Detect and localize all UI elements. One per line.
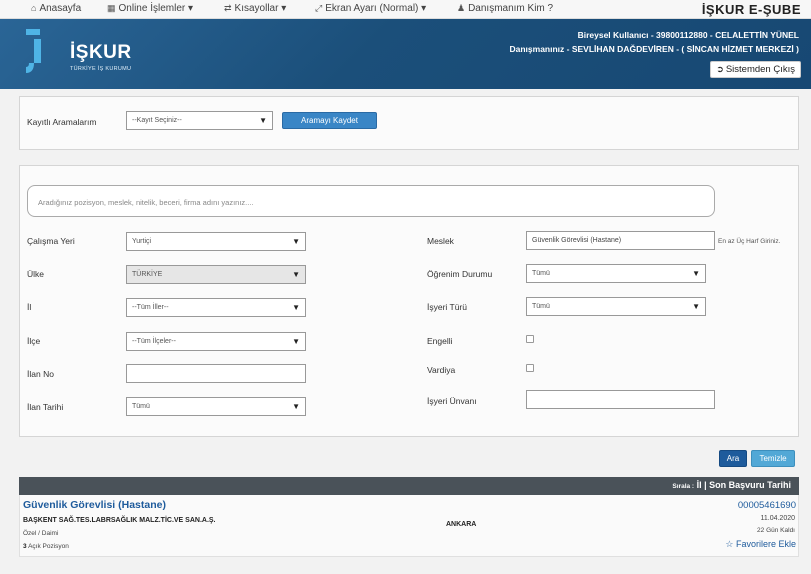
caret-down-icon: ▾ (188, 3, 194, 14)
nav-shortcuts[interactable]: ⇄ Kısayollar ▾ (224, 3, 286, 14)
result-title-link[interactable]: Güvenlik Görevlisi (Hastane) (23, 499, 166, 511)
nav-online-operations[interactable]: ▦ Online İşlemler ▾ (107, 3, 193, 14)
disabled-checkbox[interactable] (526, 335, 534, 343)
filters-panel: Aradığınız pozisyon, meslek, nitelik, be… (19, 165, 799, 437)
employer-title-input[interactable] (526, 390, 715, 409)
exit-icon: ➲ (716, 64, 724, 74)
education-label: Öğrenim Durumu (427, 269, 493, 279)
disabled-label: Engelli (427, 336, 453, 346)
result-date: 11.04.2020 (760, 515, 795, 522)
user-info: Bireysel Kullanıcı - 39800112880 - CELAL… (510, 28, 800, 56)
work-place-label: Çalışma Yeri (27, 236, 75, 246)
result-employment-type: Özel / Daimi (23, 530, 59, 537)
saved-search-select[interactable]: --Kayıt Seçiniz-- ▼ (126, 111, 273, 130)
dropdown-arrow-icon: ▼ (292, 237, 300, 246)
logo-text: İŞKUR (70, 42, 132, 63)
logo-subtitle: TÜRKİYE İŞ KURUMU (70, 66, 132, 72)
results-sort-bar: Sırala : İl | Son Başvuru Tarihi (19, 477, 799, 495)
employer-type-label: İşyeri Türü (427, 302, 467, 312)
dropdown-arrow-icon: ▼ (292, 402, 300, 411)
profession-hint: En az Üç Harf Giriniz. (718, 238, 781, 245)
saved-search-panel: Kayıtlı Aramalarım --Kayıt Seçiniz-- ▼ A… (19, 96, 799, 150)
save-search-button[interactable]: Aramayı Kaydet (282, 112, 377, 129)
province-select[interactable]: --Tüm İller-- ▼ (126, 298, 306, 317)
dropdown-arrow-icon: ▼ (259, 116, 267, 125)
shift-label: Vardiya (427, 365, 456, 375)
nav-home[interactable]: ⌂ Anasayfa (31, 3, 81, 14)
iskur-logo-mark-icon (26, 29, 41, 73)
dropdown-arrow-icon: ▼ (292, 270, 300, 279)
profession-input[interactable]: Güvenlik Görevlisi (Hastane) (526, 231, 715, 250)
home-icon: ⌂ (31, 3, 37, 13)
nav-my-advisor[interactable]: ♟ Danışmanım Kim ? (457, 3, 553, 14)
result-city: ANKARA (446, 521, 477, 528)
ad-date-select[interactable]: Tümü ▼ (126, 397, 306, 416)
sort-control[interactable]: Sırala : İl | Son Başvuru Tarihi (672, 480, 791, 490)
result-ad-number[interactable]: 00005461690 (738, 500, 796, 511)
work-place-select[interactable]: Yurtiçi ▼ (126, 232, 306, 251)
iskur-logo[interactable]: İŞKUR TÜRKİYE İŞ KURUMU (0, 19, 150, 89)
top-navbar: ⌂ Anasayfa ▦ Online İşlemler ▾ ⇄ Kısayollar… (0, 0, 811, 19)
site-brand: İŞKUR E-ŞUBE (701, 2, 801, 17)
advisor-line: Danışmanınız - SEVLİHAN DAĞDEVİREN - ( S… (509, 44, 800, 54)
star-icon: ☆ (725, 539, 734, 549)
logout-button[interactable]: ➲ Sistemden Çıkış (710, 61, 801, 78)
saved-search-label: Kayıtlı Aramalarım (27, 117, 97, 127)
ad-date-label: İlan Tarihi (27, 402, 64, 412)
shuffle-icon: ⇄ (224, 3, 232, 13)
dropdown-arrow-icon: ▼ (692, 302, 700, 311)
caret-down-icon: ▾ (421, 3, 427, 14)
ad-no-input[interactable] (126, 364, 306, 383)
grid-icon: ▦ (107, 3, 116, 13)
profession-label: Meslek (427, 236, 454, 246)
nav-screen-settings[interactable]: ⤢ Ekran Ayarı (Normal) ▾ (315, 3, 426, 14)
add-to-favorites-link[interactable]: ☆ Favorilere Ekle (725, 539, 796, 550)
header: İŞKUR TÜRKİYE İŞ KURUMU Bireysel Kullanı… (0, 19, 811, 89)
caret-down-icon: ▾ (281, 3, 287, 14)
expand-icon: ⤢ (315, 3, 323, 13)
clear-button[interactable]: Temizle (751, 450, 795, 467)
result-item: Güvenlik Görevlisi (Hastane) BAŞKENT SAĞ… (19, 495, 799, 557)
country-label: Ülke (27, 269, 45, 279)
result-open-positions: 3 Açık Pozisyon (23, 543, 69, 550)
district-label: İlçe (27, 336, 41, 346)
dropdown-arrow-icon: ▼ (292, 303, 300, 312)
dropdown-arrow-icon: ▼ (292, 337, 300, 346)
result-company: BAŞKENT SAĞ.TES.LABRSAĞLIK MALZ.TİC.VE S… (23, 517, 216, 524)
employer-type-select[interactable]: Tümü ▼ (526, 297, 706, 316)
education-select[interactable]: Tümü ▼ (526, 264, 706, 283)
keyword-search-input[interactable]: Aradığınız pozisyon, meslek, nitelik, be… (27, 185, 715, 217)
province-label: İl (27, 302, 32, 312)
result-days-left: 22 Gün Kaldı (757, 527, 795, 534)
shift-checkbox[interactable] (526, 364, 534, 372)
country-select: TÜRKİYE ▼ (126, 265, 306, 284)
user-line: Bireysel Kullanıcı - 39800112880 - CELAL… (577, 30, 799, 40)
search-button[interactable]: Ara (719, 450, 747, 467)
dropdown-arrow-icon: ▼ (692, 269, 700, 278)
ad-no-label: İlan No (27, 369, 54, 379)
district-select[interactable]: --Tüm İlçeler-- ▼ (126, 332, 306, 351)
employer-title-label: İşyeri Ünvanı (427, 396, 477, 406)
user-icon: ♟ (457, 3, 466, 13)
